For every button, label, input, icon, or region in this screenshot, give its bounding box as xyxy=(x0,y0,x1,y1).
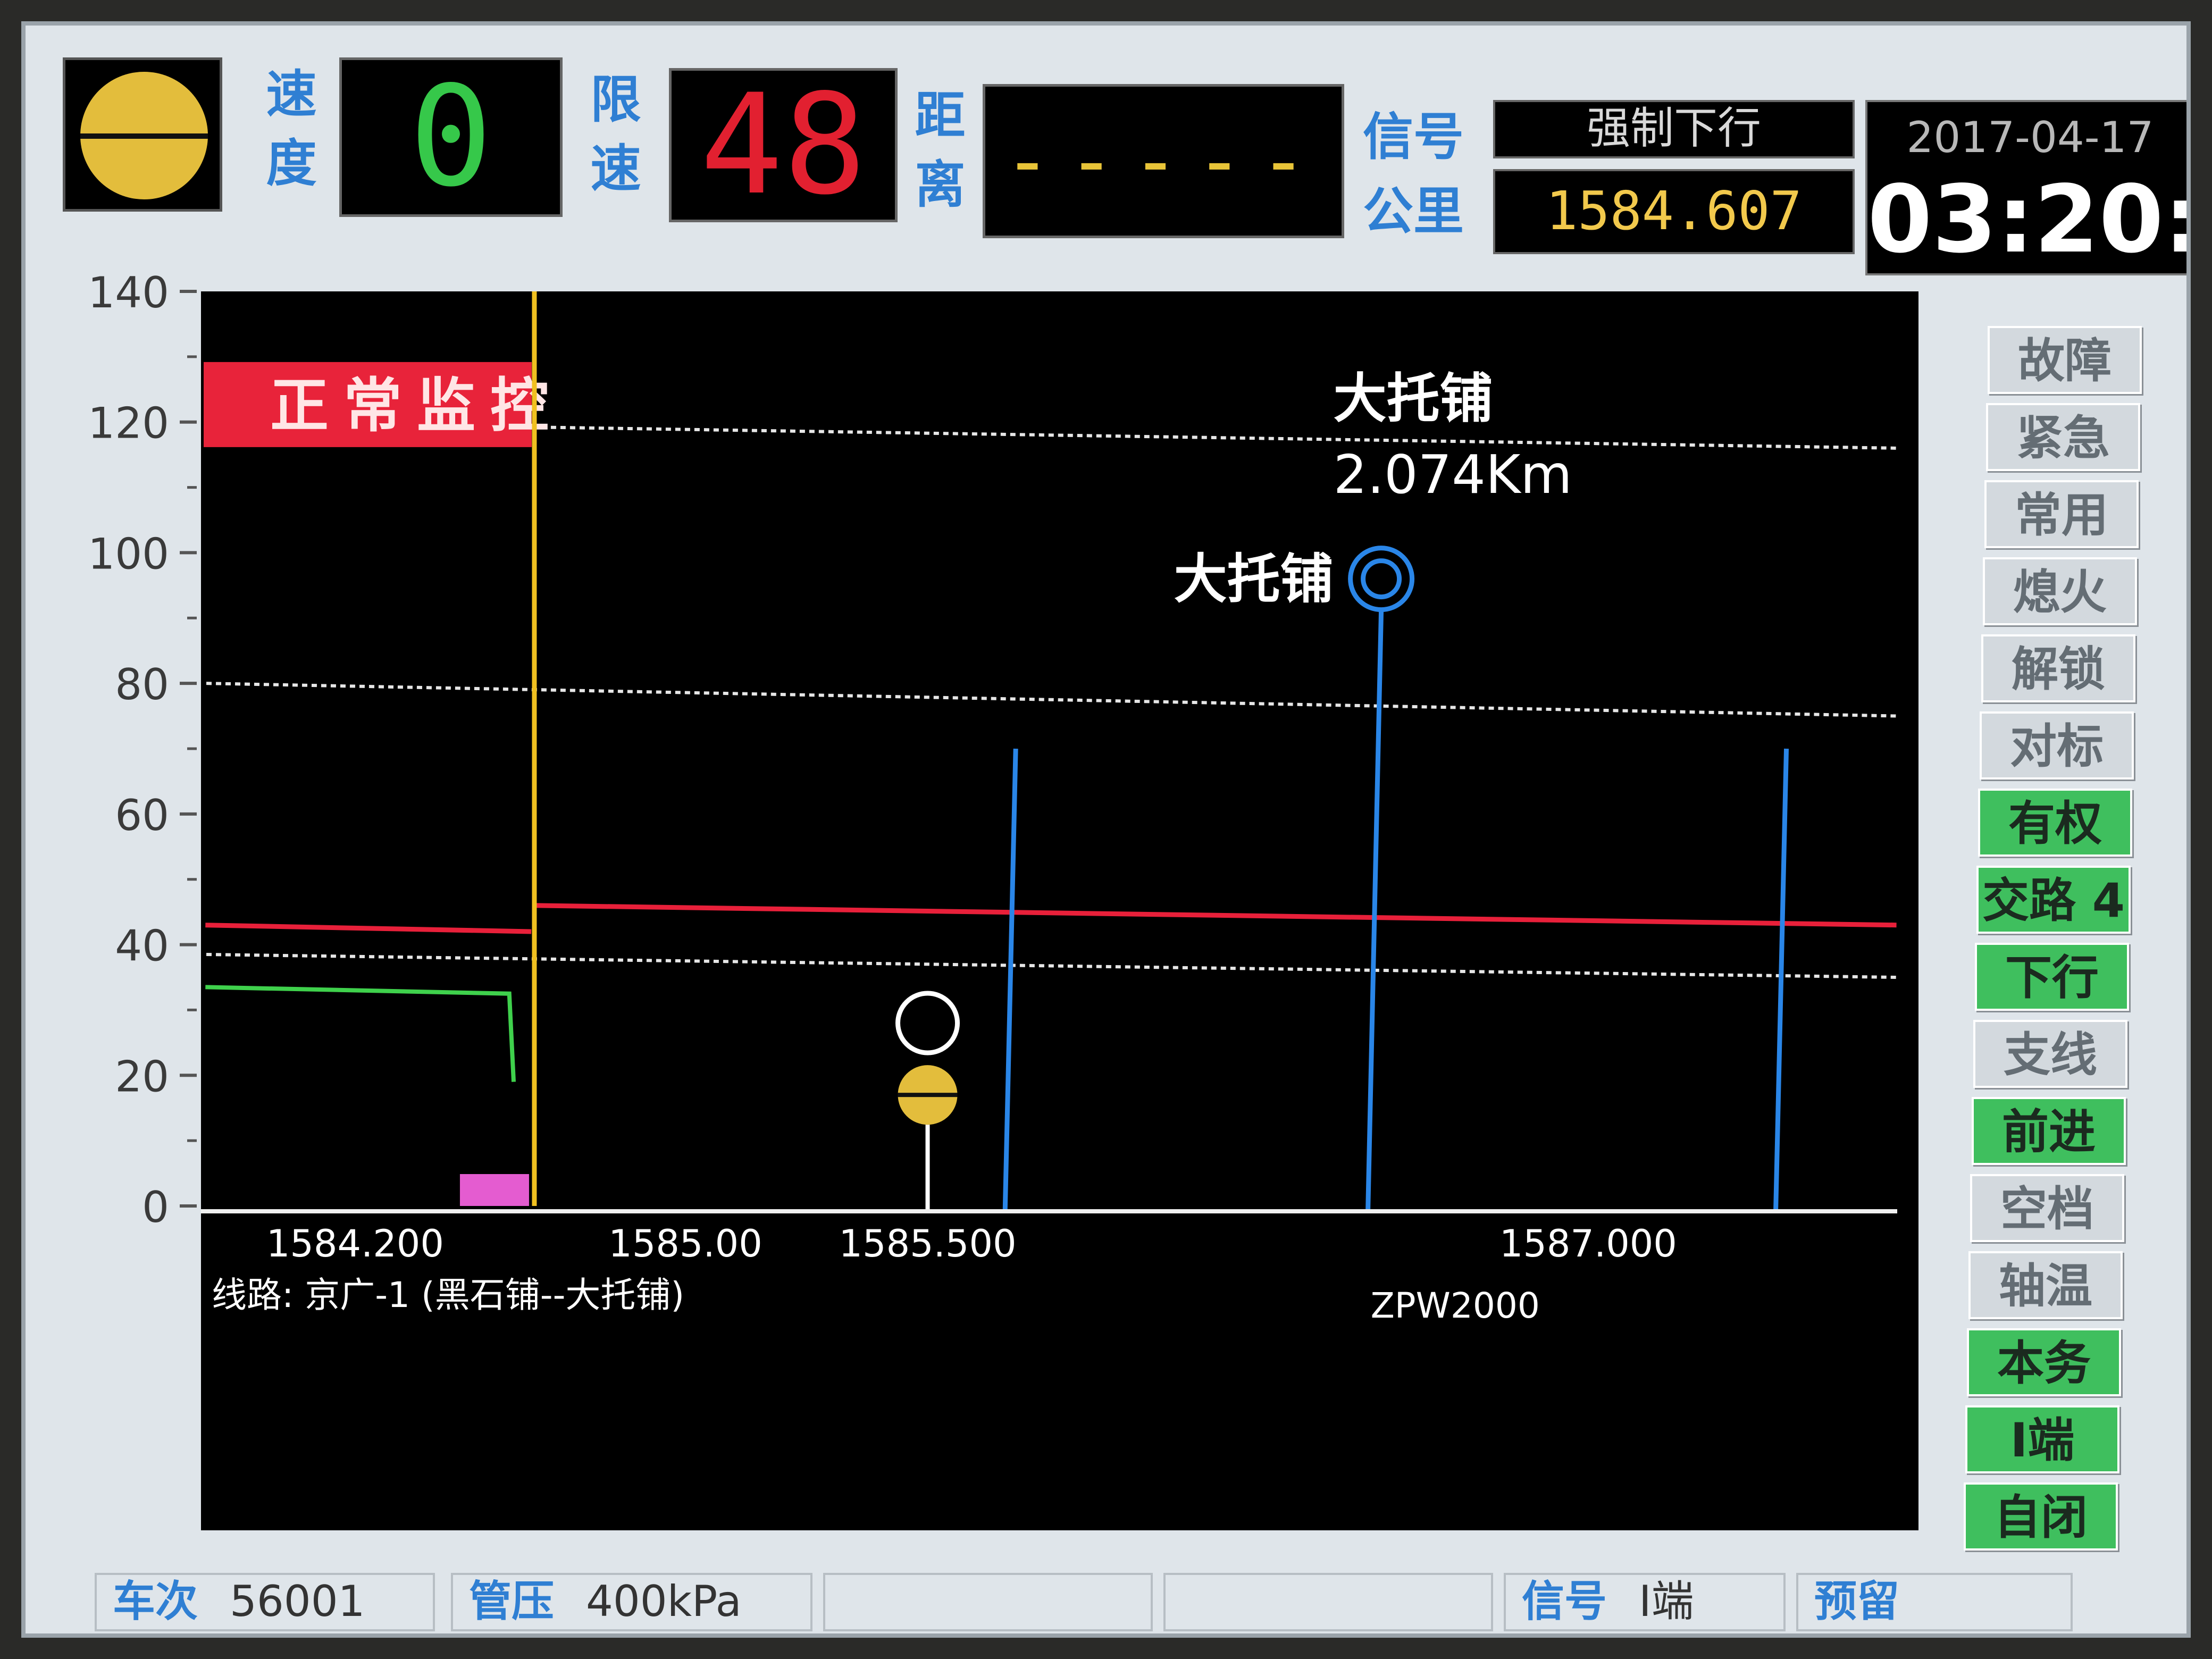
status-signal-label: 信号 xyxy=(1522,1577,1607,1626)
route-info-text: 线路: 京广-1 (黑石铺--大托铺) xyxy=(212,1275,684,1316)
track-circuit-system-text: ZPW2000 xyxy=(1371,1285,1540,1326)
status-banner-text: 正常监控 xyxy=(270,372,564,440)
speed-profile-chart: 020406080100120140 正常监控 大托铺 大托铺 2.074Km … xyxy=(88,268,1918,1530)
side-button-5[interactable]: 对标 xyxy=(1980,711,2134,780)
lkj-display-screen: 速 度 0 限 速 48 距 离 ----- 信号 公里 强制下行 1584.6… xyxy=(21,21,2191,1638)
status-reserved: 预留 xyxy=(1796,1573,2073,1631)
train-number-value: 56001 xyxy=(230,1577,365,1626)
status-train-number: 车次 56001 xyxy=(95,1573,435,1631)
x-tick-label: 1584.200 xyxy=(266,1222,444,1266)
side-button-15[interactable]: 自闭 xyxy=(1964,1482,2118,1551)
status-empty-1 xyxy=(823,1573,1153,1631)
side-button-8[interactable]: 下行 xyxy=(1975,943,2129,1011)
y-tick-label: 40 xyxy=(115,921,169,971)
x-tick-label: 1585.00 xyxy=(608,1222,762,1266)
brake-pressure-value: 400kPa xyxy=(586,1577,742,1626)
next-station-distance: 2.074Km xyxy=(1334,443,1572,506)
train-number-label: 车次 xyxy=(113,1577,198,1626)
y-tick-label: 140 xyxy=(88,268,169,317)
status-signal: 信号 I端 xyxy=(1504,1573,1786,1631)
side-button-2[interactable]: 常用 xyxy=(1984,480,2139,548)
side-button-10[interactable]: 前进 xyxy=(1972,1097,2126,1165)
side-button-7[interactable]: 交路 4 xyxy=(1976,866,2131,934)
train-position-marker xyxy=(459,1174,529,1206)
status-signal-value: I端 xyxy=(1639,1577,1694,1626)
y-tick-label: 120 xyxy=(88,399,169,448)
reserved-label: 预留 xyxy=(1814,1577,1899,1626)
y-axis: 0 20 40 60 80 100 120 140 xyxy=(88,268,197,1232)
y-tick-label: 100 xyxy=(88,529,169,579)
side-button-13[interactable]: 本务 xyxy=(1967,1328,2121,1396)
status-brake-pressure: 管压 400kPa xyxy=(451,1573,812,1631)
side-button-4[interactable]: 解锁 xyxy=(1981,634,2135,702)
y-tick-label: 80 xyxy=(115,660,169,709)
y-tick-label: 60 xyxy=(115,791,169,840)
next-station-name: 大托铺 xyxy=(1334,367,1493,430)
y-tick-label: 0 xyxy=(142,1183,169,1232)
y-tick-label: 20 xyxy=(115,1052,169,1101)
side-button-9[interactable]: 支线 xyxy=(1973,1020,2127,1088)
side-button-14[interactable]: I端 xyxy=(1965,1405,2119,1473)
side-button-6[interactable]: 有权 xyxy=(1978,789,2132,857)
side-button-11[interactable]: 空档 xyxy=(1970,1174,2124,1242)
x-tick-label: 1585.500 xyxy=(839,1222,1017,1266)
side-button-3[interactable]: 熄火 xyxy=(1983,557,2137,625)
side-button-0[interactable]: 故障 xyxy=(1988,326,2142,394)
yellow-signal-bar xyxy=(898,1093,958,1097)
x-tick-label: 1587.000 xyxy=(1499,1222,1677,1266)
status-banner: 正常监控 xyxy=(204,362,564,447)
station-label: 大托铺 xyxy=(1174,548,1334,610)
brake-pressure-label: 管压 xyxy=(469,1577,554,1626)
side-button-1[interactable]: 紧急 xyxy=(1986,403,2140,471)
side-button-12[interactable]: 轴温 xyxy=(1968,1251,2123,1319)
status-empty-2 xyxy=(1163,1573,1493,1631)
